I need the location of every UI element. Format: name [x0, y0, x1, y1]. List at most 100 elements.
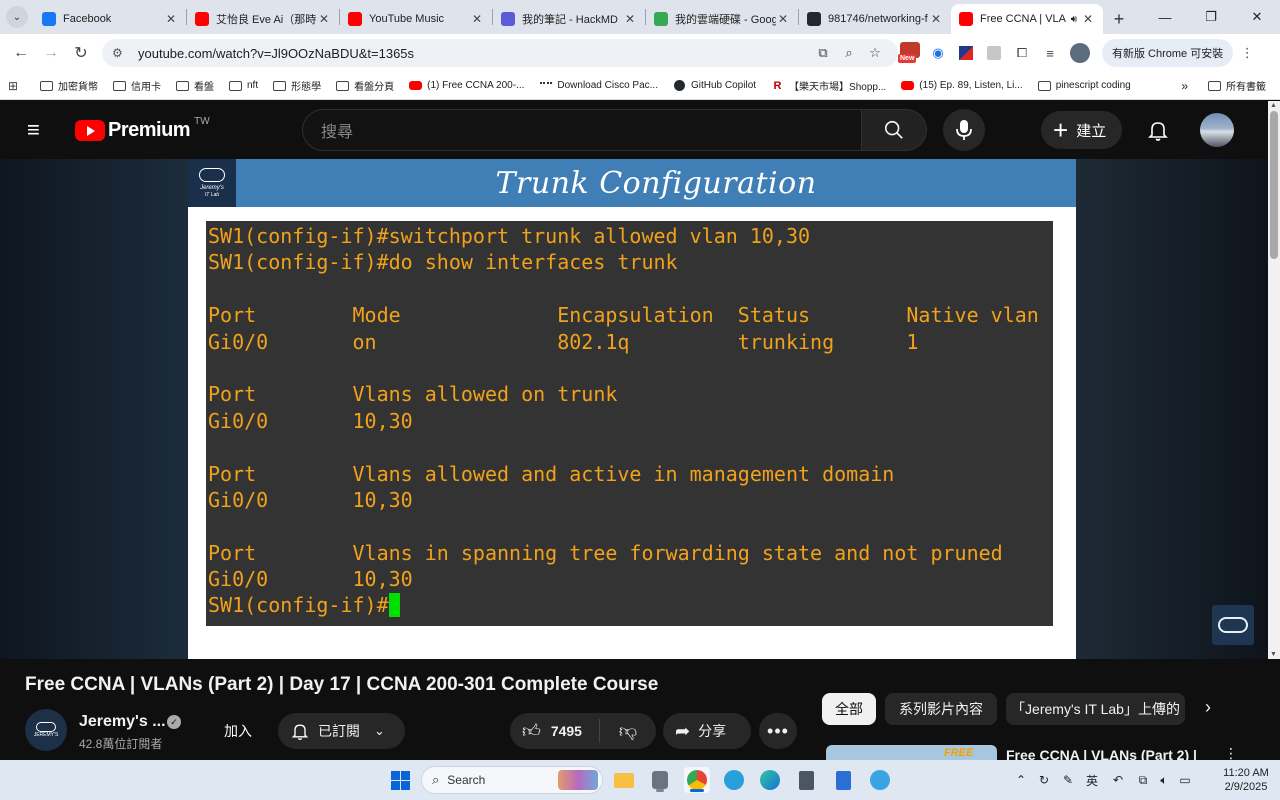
site-info-icon[interactable]: ⚙	[112, 46, 130, 60]
bookmark-star-icon[interactable]: ☆	[862, 45, 888, 61]
reading-list-icon[interactable]: ≡	[1036, 39, 1064, 67]
browser-tab[interactable]: YouTube Music ✕	[340, 4, 492, 34]
bookmark-item[interactable]: R 【樂天市場】Shopp...	[771, 78, 887, 94]
taskbar-search[interactable]: ⌕ Search	[421, 766, 603, 794]
close-tab-icon[interactable]: ✕	[623, 12, 637, 26]
edge-icon[interactable]	[757, 767, 783, 793]
notepad-icon[interactable]	[830, 767, 856, 793]
extension-new-icon[interactable]: New	[898, 40, 924, 66]
subscribed-button[interactable]: 已訂閱 ⌄	[278, 713, 405, 749]
chrome-taskbar-icon[interactable]	[684, 767, 710, 793]
telegram-icon[interactable]	[721, 767, 747, 793]
pen-icon[interactable]: ✎	[1056, 773, 1080, 787]
share-button[interactable]: ➦ 分享	[663, 713, 751, 749]
close-tab-icon[interactable]: ✕	[1081, 12, 1095, 26]
bookmarks-overflow-icon[interactable]: »	[1181, 79, 1188, 93]
browser-tab[interactable]: 艾怡良 Eve Ai（那時 ✕	[187, 4, 339, 34]
restore-button[interactable]: ❐	[1188, 0, 1234, 34]
close-tab-icon[interactable]: ✕	[317, 12, 331, 26]
browser-tab[interactable]: 我的雲端硬碟 - Goog ✕	[646, 4, 798, 34]
app-icon-2[interactable]	[867, 767, 893, 793]
app-icon-1[interactable]	[647, 767, 673, 793]
recommended-thumbnail[interactable]: FREE	[826, 745, 997, 760]
channel-avatar[interactable]: JEREMY'S	[25, 709, 67, 751]
bookmark-item[interactable]: 看盤	[176, 78, 214, 93]
close-tab-icon[interactable]: ✕	[164, 12, 178, 26]
bookmark-item[interactable]: 看盤分頁	[336, 78, 394, 93]
audio-playing-icon[interactable]: 🔊︎	[1071, 14, 1077, 25]
volume-icon[interactable]: 🔈︎	[1154, 773, 1174, 788]
bookmark-item[interactable]: 信用卡	[113, 78, 161, 93]
ime-switch-icon[interactable]: ↶	[1104, 773, 1132, 787]
apps-grid-icon[interactable]: ⊞	[8, 79, 30, 93]
chip-all[interactable]: 全部	[822, 693, 876, 725]
address-bar[interactable]: ⚙ youtube.com/watch?v=Jl9OOzNaBDU&t=1365…	[102, 39, 898, 67]
chrome-menu-icon[interactable]: ⋮	[1233, 39, 1261, 67]
url-text[interactable]: youtube.com/watch?v=Jl9OOzNaBDU&t=1365s	[138, 46, 810, 61]
ime-mode[interactable]: 英	[1080, 772, 1104, 789]
account-avatar[interactable]	[1200, 113, 1234, 147]
extension-grey-icon[interactable]	[980, 39, 1008, 67]
voice-search-button[interactable]	[943, 109, 985, 151]
bookmark-item[interactable]: nft	[229, 80, 258, 91]
bookmark-item[interactable]: 形態學	[273, 78, 321, 93]
forward-button[interactable]: →	[36, 38, 66, 68]
tab-search-button[interactable]: ⌄	[0, 0, 34, 34]
battery-icon[interactable]: ▭	[1174, 773, 1196, 787]
video-player[interactable]: Jeremy's IT Lab Trunk Configuration SW1(…	[0, 159, 1268, 659]
back-button[interactable]: ←	[6, 38, 36, 68]
menu-hamburger-icon[interactable]: ≡	[27, 119, 51, 141]
extension-c-icon[interactable]: ◉	[924, 39, 952, 67]
page-scrollbar[interactable]: ▲ ▼	[1268, 101, 1280, 659]
close-tab-icon[interactable]: ✕	[470, 12, 484, 26]
bookmark-item[interactable]: pinescript coding	[1037, 80, 1131, 91]
browser-tab[interactable]: Free CCNA | VLA 🔊︎ ✕	[951, 4, 1103, 34]
close-tab-icon[interactable]: ✕	[929, 12, 943, 26]
scroll-down-arrow-icon[interactable]: ▼	[1270, 651, 1277, 658]
chip-channel-uploads[interactable]: 「Jeremy's IT Lab」上傳的	[1006, 693, 1185, 725]
browser-tab[interactable]: Facebook ✕	[34, 4, 186, 34]
bookmark-item[interactable]: 加密貨幣	[40, 78, 98, 93]
minimize-button[interactable]: —	[1142, 0, 1188, 34]
sync-icon[interactable]: ↻	[1032, 773, 1056, 787]
channel-name[interactable]: Jeremy's ...	[79, 713, 166, 731]
tray-overflow-icon[interactable]: ⌃	[1010, 773, 1032, 787]
extensions-puzzle-icon[interactable]: ⧠	[1008, 39, 1036, 67]
close-tab-icon[interactable]: ✕	[776, 12, 790, 26]
bookmark-item[interactable]: (1) Free CCNA 200-...	[409, 80, 524, 91]
network-icon[interactable]: ⧉	[1132, 773, 1154, 788]
more-actions-button[interactable]: •••	[759, 713, 797, 749]
search-input[interactable]: 搜尋	[302, 109, 861, 151]
bookmark-item[interactable]: (15) Ep. 89, Listen, Li...	[901, 80, 1023, 91]
all-bookmarks-folder[interactable]: 所有書籤	[1208, 78, 1266, 93]
chip-series[interactable]: 系列影片內容	[885, 693, 997, 725]
dislike-button[interactable]: 👎︎	[600, 720, 656, 742]
browser-tab[interactable]: 981746/networking-f ✕	[799, 4, 951, 34]
new-tab-button[interactable]: +	[1103, 4, 1135, 34]
channel-watermark-icon[interactable]	[1212, 605, 1254, 645]
search-button[interactable]	[861, 109, 927, 151]
zoom-icon[interactable]: ⌕	[836, 45, 862, 61]
join-button-visual[interactable]: 加入	[206, 713, 270, 749]
chevron-right-icon[interactable]: ›	[1205, 697, 1211, 718]
extension-flag-icon[interactable]	[952, 39, 980, 67]
bookmark-item[interactable]: Download Cisco Pac...	[539, 80, 658, 91]
like-button[interactable]: 👍︎ 7495	[510, 719, 600, 743]
create-button[interactable]: + 建立	[1041, 111, 1123, 149]
reload-button[interactable]: ↻	[66, 38, 96, 68]
file-explorer-icon[interactable]	[611, 767, 637, 793]
thumbs-down-icon: 👎︎	[618, 721, 638, 741]
browser-tab[interactable]: 我的筆記 - HackMD ✕	[493, 4, 645, 34]
youtube-premium-logo[interactable]: Premium TW	[75, 116, 210, 142]
taskbar-clock[interactable]: 11:20 AM 2/9/2025	[1218, 766, 1274, 794]
scrollbar-thumb[interactable]	[1270, 111, 1278, 259]
bookmark-item[interactable]: GitHub Copilot	[673, 80, 756, 91]
notifications-bell-icon[interactable]	[1146, 118, 1170, 142]
profile-avatar[interactable]	[1070, 43, 1090, 63]
scroll-up-arrow-icon[interactable]: ▲	[1270, 102, 1277, 109]
start-button[interactable]	[387, 767, 413, 793]
calculator-icon[interactable]	[793, 767, 819, 793]
chrome-update-button[interactable]: 有新版 Chrome 可安裝	[1102, 39, 1234, 67]
cast-icon[interactable]: ⧉	[810, 45, 836, 61]
close-window-button[interactable]: ✕	[1234, 0, 1280, 34]
